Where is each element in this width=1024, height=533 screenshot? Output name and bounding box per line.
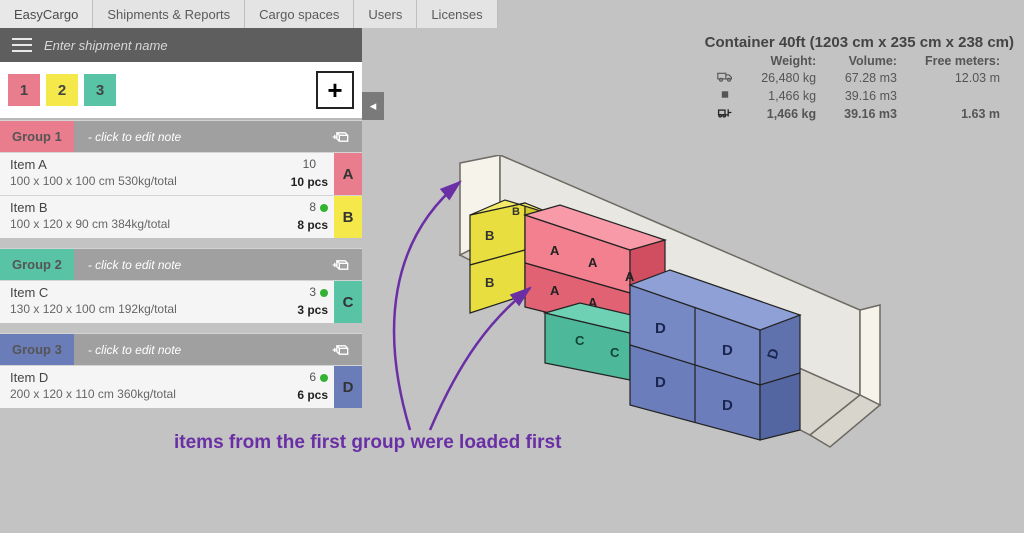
left-panel: Enter shipment name 1 2 3 + Group 1 - cl… xyxy=(0,28,362,408)
add-item-icon[interactable] xyxy=(320,249,362,280)
shipment-name-input[interactable]: Enter shipment name xyxy=(44,38,168,53)
item-letter: C xyxy=(334,281,362,323)
group-name: Group 2 xyxy=(0,249,74,280)
status-dot xyxy=(320,161,328,169)
col-volume: Volume: xyxy=(830,53,911,69)
menu-button[interactable] xyxy=(0,28,44,62)
group-tag-1[interactable]: 1 xyxy=(8,74,40,106)
svg-text:D: D xyxy=(722,342,733,359)
svg-text:B: B xyxy=(485,228,494,243)
forklift-icon xyxy=(703,105,747,123)
item-dims: 130 x 120 x 100 cm 192kg/total xyxy=(10,302,268,316)
group-tag-3[interactable]: 3 xyxy=(84,74,116,106)
brand-tab[interactable]: EasyCargo xyxy=(0,0,93,28)
group-tag-2[interactable]: 2 xyxy=(46,74,78,106)
status-dot xyxy=(320,374,328,382)
group-header[interactable]: Group 1 - click to edit note xyxy=(0,120,362,152)
item-name: Item D xyxy=(10,370,268,385)
svg-text:A: A xyxy=(550,283,560,298)
item-name: Item C xyxy=(10,285,268,300)
svg-text:C: C xyxy=(610,345,620,360)
group-name: Group 3 xyxy=(0,334,74,365)
add-group-button[interactable]: + xyxy=(316,71,354,109)
status-dot xyxy=(320,204,328,212)
svg-text:C: C xyxy=(575,333,585,348)
svg-text:D: D xyxy=(655,374,666,391)
status-dot xyxy=(320,289,328,297)
svg-text:D: D xyxy=(722,397,733,414)
square-icon xyxy=(703,87,747,105)
group-header[interactable]: Group 2 - click to edit note xyxy=(0,248,362,280)
item-row[interactable]: Item A100 x 100 x 100 cm 530kg/total 101… xyxy=(0,152,362,195)
nav-shipments[interactable]: Shipments & Reports xyxy=(93,0,245,28)
container-3d-view[interactable]: B B B A A A A A A C C D D D D xyxy=(430,155,890,475)
collapse-panel-button[interactable]: ◂ xyxy=(362,92,384,120)
truck-icon xyxy=(703,69,747,87)
item-row[interactable]: Item D200 x 120 x 110 cm 360kg/total 66 … xyxy=(0,365,362,408)
svg-text:A: A xyxy=(550,243,560,258)
annotation-text: items from the first group were loaded f… xyxy=(174,432,561,454)
group-note[interactable]: - click to edit note xyxy=(74,121,320,152)
container-info-panel: Container 40ft (1203 cm x 235 cm x 238 c… xyxy=(703,34,1014,123)
container-title: Container 40ft (1203 cm x 235 cm x 238 c… xyxy=(703,34,1014,51)
item-letter: B xyxy=(334,196,362,238)
add-item-icon[interactable] xyxy=(320,121,362,152)
col-free: Free meters: xyxy=(911,53,1014,69)
item-dims: 200 x 120 x 110 cm 360kg/total xyxy=(10,387,268,401)
nav-cargo-spaces[interactable]: Cargo spaces xyxy=(245,0,354,28)
group-header[interactable]: Group 3 - click to edit note xyxy=(0,333,362,365)
group-note[interactable]: - click to edit note xyxy=(74,334,320,365)
item-row[interactable]: Item C130 x 120 x 100 cm 192kg/total 33 … xyxy=(0,280,362,323)
svg-text:D: D xyxy=(655,320,666,337)
svg-text:B: B xyxy=(512,206,520,218)
item-row[interactable]: Item B100 x 120 x 90 cm 384kg/total 88 p… xyxy=(0,195,362,238)
svg-text:B: B xyxy=(485,275,494,290)
item-letter: A xyxy=(334,153,362,195)
svg-text:A: A xyxy=(588,255,598,270)
item-name: Item B xyxy=(10,200,268,215)
nav-users[interactable]: Users xyxy=(354,0,417,28)
item-dims: 100 x 100 x 100 cm 530kg/total xyxy=(10,174,268,188)
group-tag-row: 1 2 3 + xyxy=(0,62,362,120)
add-item-icon[interactable] xyxy=(320,334,362,365)
item-letter: D xyxy=(334,366,362,408)
item-name: Item A xyxy=(10,157,268,172)
nav-licenses[interactable]: Licenses xyxy=(417,0,497,28)
col-weight: Weight: xyxy=(747,53,830,69)
item-dims: 100 x 120 x 90 cm 384kg/total xyxy=(10,217,268,231)
group-name: Group 1 xyxy=(0,121,74,152)
group-note[interactable]: - click to edit note xyxy=(74,249,320,280)
svg-text:A: A xyxy=(625,269,635,284)
